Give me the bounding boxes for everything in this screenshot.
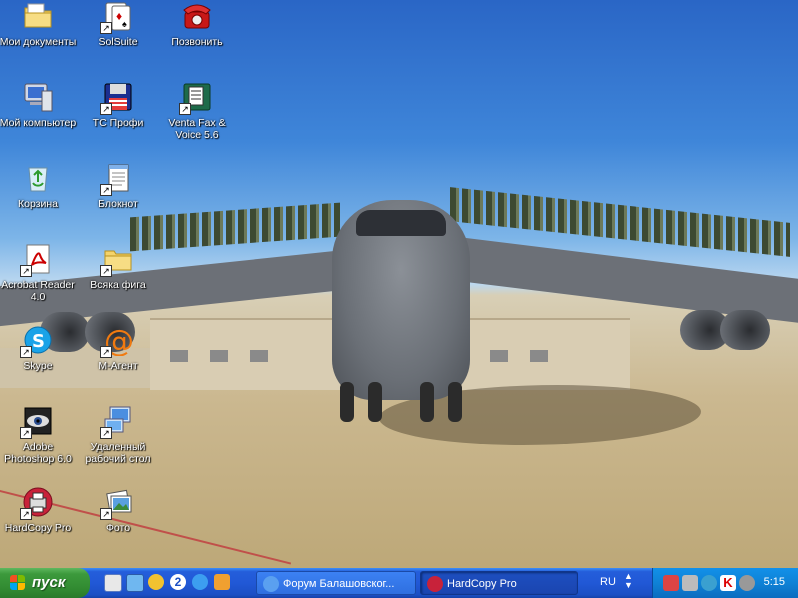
svg-text:S: S <box>32 331 45 352</box>
shortcut-arrow-icon: ↗ <box>100 346 112 358</box>
shortcut-arrow-icon: ↗ <box>20 508 32 520</box>
icon-tc-profi[interactable]: ↗ TC Профи <box>78 81 158 129</box>
kaspersky-icon[interactable]: K <box>720 575 736 591</box>
icon-label: Acrobat Reader 4.0 <box>1 279 75 303</box>
telephone-icon <box>181 0 213 32</box>
shortcut-arrow-icon: ↗ <box>100 103 112 115</box>
icon-label: Skype <box>23 360 53 372</box>
folder-icon <box>22 0 54 32</box>
task-label: Форум Балашовског... <box>283 578 395 590</box>
icon-skype[interactable]: S ↗ Skype <box>0 324 78 372</box>
photos-icon: ↗ <box>100 486 134 520</box>
icon-label: M-Агент <box>98 360 138 372</box>
icon-label: Корзина <box>18 198 58 210</box>
skype-icon: S ↗ <box>20 324 54 358</box>
icon-hardcopy-pro[interactable]: ↗ HardCopy Pro <box>0 486 78 534</box>
computer-icon <box>22 81 54 113</box>
icq-icon[interactable]: 2 <box>170 574 186 590</box>
icon-my-computer[interactable]: Мой компьютер <box>0 81 78 129</box>
icon-folder-vsyaka-figa[interactable]: ↗ Всяка фига <box>78 243 158 291</box>
start-label: пуск <box>32 574 66 591</box>
icon-photo[interactable]: ↗ Фото <box>78 486 158 534</box>
taskbar: пуск 2 Форум Балашовског... HardCopy Pro… <box>0 568 798 598</box>
folder-icon: ↗ <box>100 243 134 277</box>
wallpaper-landing-gear <box>448 382 462 422</box>
system-tray: K 5:15 <box>652 568 798 598</box>
svg-text:♠: ♠ <box>122 19 127 29</box>
monitor-icon[interactable] <box>682 575 698 591</box>
printer-icon <box>427 576 443 592</box>
shortcut-arrow-icon: ↗ <box>100 508 112 520</box>
desktop[interactable]: Мои документы ♦ ♠ ↗ SolSuite Позвонить Мо… <box>0 0 798 568</box>
shortcut-arrow-icon: ↗ <box>100 265 112 277</box>
icon-label: HardCopy Pro <box>4 522 72 534</box>
shortcut-arrow-icon: ↗ <box>100 427 112 439</box>
floppy-disk-icon: ↗ <box>100 81 134 115</box>
task-label: HardCopy Pro <box>447 578 517 590</box>
shortcut-arrow-icon: ↗ <box>20 346 32 358</box>
icon-venta-fax[interactable]: ↗ Venta Fax & Voice 5.6 <box>157 81 237 141</box>
language-arrows-icon[interactable]: ▲ ▼ <box>624 572 633 590</box>
icon-label: Adobe Photoshop 6.0 <box>4 441 72 465</box>
shortcut-arrow-icon: ↗ <box>20 427 32 439</box>
icon-label: TC Профи <box>92 117 144 129</box>
icon-acrobat-reader[interactable]: ↗ Acrobat Reader 4.0 <box>0 243 78 303</box>
notepad-icon: ↗ <box>100 162 134 196</box>
icon-label: Позвонить <box>171 36 223 48</box>
icon-label: Фото <box>105 522 131 534</box>
internet-explorer-icon <box>263 576 279 592</box>
at-sign-icon: @ ↗ <box>100 324 134 359</box>
wallpaper-engine <box>720 310 770 350</box>
icon-my-documents[interactable]: Мои документы <box>0 0 78 48</box>
internet-explorer-icon[interactable] <box>192 574 208 590</box>
taskbar-button-forum[interactable]: Форум Балашовског... <box>256 571 416 595</box>
start-button[interactable]: пуск <box>0 568 90 598</box>
recycle-bin-icon <box>22 162 54 194</box>
wallpaper-landing-gear <box>340 382 354 422</box>
icon-label: SolSuite <box>98 36 138 48</box>
outlook-express-icon[interactable] <box>126 574 144 592</box>
fax-icon: ↗ <box>179 81 213 115</box>
photoshop-eye-icon: ↗ <box>20 405 54 439</box>
icon-label: Мой компьютер <box>0 117 77 129</box>
icon-recycle-bin[interactable]: Корзина <box>0 162 78 210</box>
clock[interactable]: 5:15 <box>764 576 785 588</box>
winamp-icon[interactable] <box>214 574 230 590</box>
icon-label: Удаленный рабочий стол <box>85 441 151 465</box>
shortcut-arrow-icon: ↗ <box>20 265 32 277</box>
shortcut-arrow-icon: ↗ <box>100 184 112 196</box>
acrobat-icon: ↗ <box>20 243 54 277</box>
icon-m-agent[interactable]: @ ↗ M-Агент <box>78 324 158 372</box>
icon-adobe-photoshop[interactable]: ↗ Adobe Photoshop 6.0 <box>0 405 78 465</box>
remote-desktop-icon: ↗ <box>100 405 134 439</box>
taskbar-button-hardcopy-pro[interactable]: HardCopy Pro <box>420 571 578 595</box>
cards-icon: ♦ ♠ ↗ <box>100 0 134 34</box>
network-icon[interactable] <box>663 575 679 591</box>
speaker-icon[interactable] <box>739 575 755 591</box>
shortcut-arrow-icon: ↗ <box>179 103 191 115</box>
icon-label: Venta Fax & Voice 5.6 <box>168 117 226 141</box>
icon-call[interactable]: Позвонить <box>157 0 237 48</box>
wallpaper-landing-gear <box>420 382 434 422</box>
wallpaper-landing-gear <box>368 382 382 422</box>
language-indicator[interactable]: RU <box>600 576 616 588</box>
icon-notepad[interactable]: ↗ Блокнот <box>78 162 158 210</box>
printer-icon: ↗ <box>20 486 54 520</box>
windows-logo-icon <box>10 575 26 591</box>
show-desktop-icon[interactable] <box>104 574 122 592</box>
wallpaper-crew-left <box>130 202 340 252</box>
icon-solsuite[interactable]: ♦ ♠ ↗ SolSuite <box>78 0 158 48</box>
icon-label: Мои документы <box>0 36 77 48</box>
shortcut-arrow-icon: ↗ <box>100 22 112 34</box>
globe-icon[interactable] <box>701 575 717 591</box>
icon-label: Блокнот <box>98 198 138 210</box>
media-player-icon[interactable] <box>148 574 164 590</box>
icon-remote-desktop[interactable]: ↗ Удаленный рабочий стол <box>78 405 158 465</box>
icon-label: Всяка фига <box>90 279 146 291</box>
wallpaper-cockpit <box>356 210 446 236</box>
